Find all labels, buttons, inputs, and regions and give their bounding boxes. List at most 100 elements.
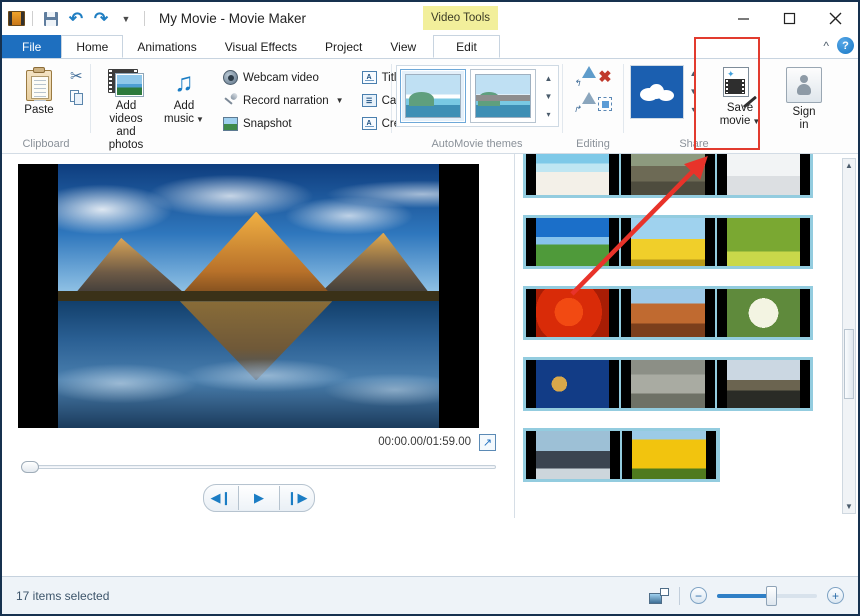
storyboard-row[interactable] xyxy=(523,286,813,340)
clip-yellow-tulips[interactable] xyxy=(622,431,716,479)
remove-button[interactable]: ✖ xyxy=(598,70,611,86)
storyboard-scroll-down-icon[interactable]: ▼ xyxy=(845,500,853,513)
tab-visual-effects[interactable]: Visual Effects xyxy=(211,35,311,58)
clip-beach[interactable] xyxy=(526,154,619,195)
tab-file[interactable]: File xyxy=(2,35,61,58)
cut-button[interactable]: ✂ xyxy=(70,69,83,84)
save-movie-caret-icon[interactable]: ▼ xyxy=(752,117,760,126)
snapshot-button[interactable]: Snapshot xyxy=(219,112,348,135)
seek-thumb[interactable] xyxy=(21,461,39,473)
paste-button[interactable]: Paste xyxy=(10,65,68,119)
undo-icon[interactable]: ↶ xyxy=(65,8,87,30)
storyboard-row[interactable] xyxy=(523,357,813,411)
share-more-icon[interactable]: ▾ xyxy=(687,101,700,117)
tab-edit[interactable]: Edit xyxy=(433,35,500,58)
play-button[interactable]: ▶ xyxy=(238,486,280,510)
select-all-button[interactable] xyxy=(598,97,612,111)
customize-qat-icon[interactable]: ▼ xyxy=(115,8,137,30)
add-videos-and-photos-button[interactable]: Add videos and photos xyxy=(97,65,155,154)
clip-red-chrysanthemum[interactable] xyxy=(526,289,619,337)
preview-video[interactable] xyxy=(18,164,479,428)
next-frame-button[interactable]: ❙▶ xyxy=(280,486,314,510)
storyboard-scroll-up-icon[interactable]: ▲ xyxy=(845,159,853,172)
gallery-more-icon[interactable]: ▾ xyxy=(542,106,555,122)
automovie-themes-gallery[interactable]: ▲ ▼ ▾ xyxy=(396,65,559,127)
clip-winter-trees[interactable] xyxy=(717,154,810,195)
sign-in-label-1: Sign xyxy=(792,106,815,118)
ribbon-group-add: Add videos and photos ♫ Add music▼ Webca… xyxy=(91,59,391,153)
storyboard-scroll-thumb[interactable] xyxy=(844,329,854,399)
quick-access-toolbar: ↶ ↷ ▼ xyxy=(2,8,149,30)
clip-penguins[interactable] xyxy=(526,431,620,479)
share-scroll-down-icon[interactable]: ▼ xyxy=(687,83,700,99)
seek-bar[interactable] xyxy=(22,465,496,469)
webcam-video-button[interactable]: Webcam video xyxy=(219,66,348,89)
clip-white-hydrangea[interactable] xyxy=(717,289,810,337)
snapshot-icon xyxy=(223,117,238,131)
title-bar: ↶ ↷ ▼ My Movie - Movie Maker Video Tools xyxy=(2,2,858,35)
clip-lone-tree-canola[interactable] xyxy=(621,218,714,266)
transport-bar: ◀❙ ▶ ❙▶ xyxy=(18,478,500,518)
tab-home[interactable]: Home xyxy=(61,35,123,58)
window-title: My Movie - Movie Maker xyxy=(159,11,306,26)
thumbnail-view-icon[interactable] xyxy=(649,588,669,604)
ribbon-group-automovie-themes: ▲ ▼ ▾ AutoMovie themes xyxy=(392,59,562,153)
status-bar: 17 items selected − + xyxy=(2,576,858,614)
caption-text-icon: ☰ xyxy=(362,94,377,107)
group-label-automovie-themes: AutoMovie themes xyxy=(392,136,562,153)
tab-view[interactable]: View xyxy=(376,35,430,58)
clip-tree-tunnel[interactable] xyxy=(717,218,810,266)
onedrive-button[interactable] xyxy=(630,65,684,119)
theme-default[interactable] xyxy=(400,69,466,123)
clip-jellyfish[interactable] xyxy=(526,360,619,408)
zoom-in-button[interactable]: + xyxy=(827,587,844,604)
clip-koala[interactable] xyxy=(621,360,714,408)
ribbon-tab-right-controls: ^ ? xyxy=(823,37,854,54)
storyboard-row[interactable] xyxy=(523,215,813,269)
clip-rocks[interactable] xyxy=(621,154,714,195)
close-button[interactable] xyxy=(812,2,858,35)
save-icon[interactable] xyxy=(40,8,62,30)
clip-green-field[interactable] xyxy=(526,218,619,266)
tab-animations[interactable]: Animations xyxy=(123,35,210,58)
save-movie-button[interactable]: ✦ Save movie▼ xyxy=(711,65,769,130)
zoom-out-button[interactable]: − xyxy=(690,587,707,604)
preview-frame xyxy=(58,164,439,428)
save-movie-label-2: movie xyxy=(720,115,751,127)
minimize-button[interactable] xyxy=(720,2,766,35)
theme-contemporary[interactable] xyxy=(470,69,536,123)
ribbon-group-share: ▲ ▼ ▾ ✦ Save movie▼ xyxy=(624,59,804,153)
add-videos-label-2: and photos xyxy=(109,126,144,151)
gallery-scroll-up-icon[interactable]: ▲ xyxy=(542,70,555,86)
sign-in-button[interactable]: Sign in xyxy=(775,65,833,134)
storyboard-row[interactable] xyxy=(523,428,720,482)
gallery-scroll-down-icon[interactable]: ▼ xyxy=(542,88,555,104)
clip-castle-dusk[interactable] xyxy=(717,360,810,408)
status-divider xyxy=(679,587,680,605)
record-narration-button[interactable]: Record narration ▼ xyxy=(219,89,348,112)
zoom-slider[interactable] xyxy=(717,594,817,598)
redo-icon[interactable]: ↷ xyxy=(90,8,112,30)
collapse-ribbon-icon[interactable]: ^ xyxy=(823,39,829,53)
cloud-icon xyxy=(640,83,674,101)
previous-frame-button[interactable]: ◀❙ xyxy=(204,486,238,510)
selection-status-text: 17 items selected xyxy=(16,589,109,603)
storyboard-row[interactable] xyxy=(523,154,813,198)
tab-project[interactable]: Project xyxy=(311,35,376,58)
record-narration-caret-icon[interactable]: ▼ xyxy=(336,96,344,105)
credits-text-icon: A xyxy=(362,117,377,130)
add-music-button[interactable]: ♫ Add music▼ xyxy=(155,65,213,128)
help-icon[interactable]: ? xyxy=(837,37,854,54)
storyboard-pane[interactable]: ▲ ▼ xyxy=(515,154,858,518)
filmstrip-icon[interactable] xyxy=(8,11,25,26)
storyboard-scrollbar[interactable]: ▲ ▼ xyxy=(842,158,856,514)
status-bar-right: − + xyxy=(649,587,844,605)
zoom-slider-thumb[interactable] xyxy=(766,586,777,606)
clip-desert-canyon[interactable] xyxy=(621,289,714,337)
expand-preview-icon[interactable]: ↗ xyxy=(479,434,496,451)
add-music-caret-icon[interactable]: ▼ xyxy=(196,115,204,124)
maximize-button[interactable] xyxy=(766,2,812,35)
share-scroll-up-icon[interactable]: ▲ xyxy=(687,65,700,81)
gallery-scroll: ▲ ▼ ▾ xyxy=(542,70,555,122)
clipboard-icon xyxy=(24,67,54,101)
